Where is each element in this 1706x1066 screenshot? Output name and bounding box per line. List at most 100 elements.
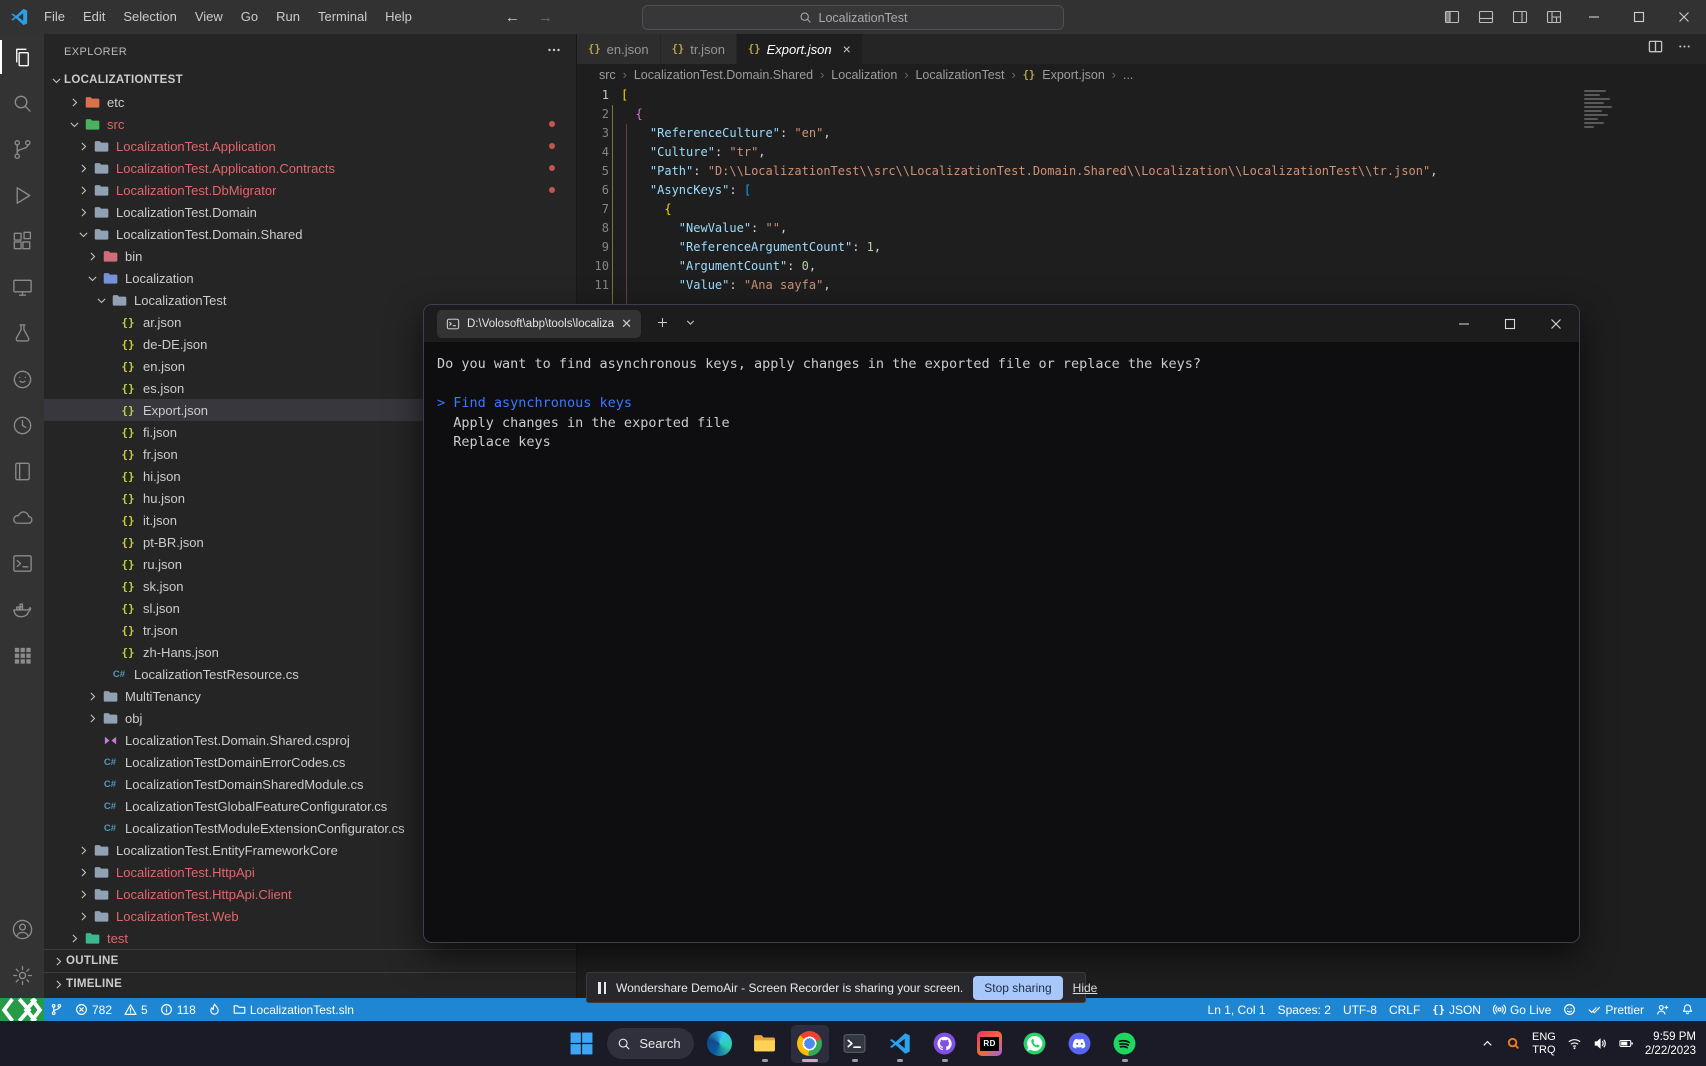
taskbar-rider-icon[interactable]: RD bbox=[971, 1025, 1009, 1063]
toggle-sidebar-icon[interactable] bbox=[1435, 0, 1469, 34]
window-maximize-button[interactable] bbox=[1616, 0, 1661, 34]
status-problems-warnings[interactable]: 5 bbox=[118, 998, 154, 1021]
command-center-search[interactable]: LocalizationTest bbox=[642, 5, 1064, 30]
sidebar-section-outline[interactable]: OUTLINE bbox=[44, 949, 576, 972]
terminal-output[interactable]: Do you want to find asynchronous keys, a… bbox=[424, 342, 1579, 942]
volume-icon[interactable] bbox=[1593, 1036, 1608, 1051]
taskbar-github-desktop-icon[interactable] bbox=[926, 1025, 964, 1063]
menu-edit[interactable]: Edit bbox=[74, 9, 114, 24]
nav-forward-icon[interactable]: → bbox=[538, 9, 553, 26]
taskbar-search[interactable]: Search bbox=[607, 1028, 693, 1059]
activity-settings-icon[interactable] bbox=[0, 952, 44, 998]
activity-remote-explorer-icon[interactable] bbox=[0, 264, 44, 310]
activity-terminal-icon[interactable] bbox=[0, 540, 44, 586]
editor-tab-tr.json[interactable]: {}tr.json bbox=[661, 34, 737, 64]
minimap[interactable] bbox=[1584, 90, 1618, 128]
taskbar-spotify-icon[interactable] bbox=[1106, 1025, 1144, 1063]
tree-item-localizationtest.domain.shared[interactable]: LocalizationTest.Domain.Shared bbox=[44, 223, 576, 245]
tree-item-localizationtest.application.contracts[interactable]: LocalizationTest.Application.Contracts bbox=[44, 157, 576, 179]
status-indentation[interactable]: Spaces: 2 bbox=[1272, 998, 1337, 1021]
toggle-secondary-sidebar-icon[interactable] bbox=[1503, 0, 1537, 34]
menu-go[interactable]: Go bbox=[232, 9, 267, 24]
clock[interactable]: 9:59 PM 2/22/2023 bbox=[1645, 1030, 1696, 1058]
taskbar-start-icon[interactable] bbox=[562, 1025, 600, 1063]
stop-sharing-button[interactable]: Stop sharing bbox=[973, 976, 1062, 1000]
menu-run[interactable]: Run bbox=[267, 9, 309, 24]
tree-item-localizationtest[interactable]: LOCALIZATIONTEST bbox=[44, 69, 576, 91]
tree-item-bin[interactable]: bin bbox=[44, 245, 576, 267]
toggle-panel-icon[interactable] bbox=[1469, 0, 1503, 34]
activity-apps-grid-icon[interactable] bbox=[0, 632, 44, 678]
activity-source-control-icon[interactable] bbox=[0, 126, 44, 172]
activity-docker-icon[interactable] bbox=[0, 586, 44, 632]
nav-back-icon[interactable]: ← bbox=[505, 9, 520, 26]
window-minimize-button[interactable] bbox=[1571, 0, 1616, 34]
activity-explorer-icon[interactable] bbox=[0, 34, 44, 80]
activity-run-debug-icon[interactable] bbox=[0, 172, 44, 218]
status-branch[interactable] bbox=[44, 998, 69, 1021]
menu-selection[interactable]: Selection bbox=[114, 9, 185, 24]
status-feedback[interactable] bbox=[1650, 998, 1675, 1021]
activity-github-icon[interactable] bbox=[0, 356, 44, 402]
status-solution[interactable]: LocalizationTest.sln bbox=[227, 998, 360, 1021]
tree-item-localizationtest.application[interactable]: LocalizationTest.Application bbox=[44, 135, 576, 157]
menu-view[interactable]: View bbox=[186, 9, 232, 24]
breadcrumb-item[interactable]: Export.json bbox=[1042, 68, 1105, 82]
activity-testing-icon[interactable] bbox=[0, 310, 44, 356]
split-editor-icon[interactable] bbox=[1648, 39, 1663, 59]
breadcrumb-item[interactable]: LocalizationTest.Domain.Shared bbox=[634, 68, 813, 82]
breadcrumb-item[interactable]: LocalizationTest bbox=[915, 68, 1004, 82]
activity-extensions-icon[interactable] bbox=[0, 218, 44, 264]
taskbar-edge-icon[interactable] bbox=[701, 1025, 739, 1063]
language-indicator[interactable]: ENG TRQ bbox=[1532, 1031, 1556, 1057]
taskbar-whatsapp-icon[interactable] bbox=[1016, 1025, 1054, 1063]
breadcrumb-item[interactable]: src bbox=[599, 68, 616, 82]
tree-item-localizationtest.domain[interactable]: LocalizationTest.Domain bbox=[44, 201, 576, 223]
tray-app-icon[interactable] bbox=[1506, 1036, 1521, 1051]
editor-tab-export.json[interactable]: {}Export.json× bbox=[737, 34, 863, 64]
taskbar-file-explorer-icon[interactable] bbox=[746, 1025, 784, 1063]
taskbar-windows-terminal-icon[interactable] bbox=[836, 1025, 874, 1063]
battery-icon[interactable] bbox=[1619, 1036, 1634, 1051]
terminal-maximize-button[interactable] bbox=[1487, 305, 1533, 342]
status-problems-errors[interactable]: 782 bbox=[69, 998, 118, 1021]
status-go-live[interactable]: Go Live bbox=[1487, 998, 1557, 1021]
customize-layout-icon[interactable] bbox=[1537, 0, 1571, 34]
editor-tab-en.json[interactable]: {}en.json bbox=[577, 34, 661, 64]
status-prettier[interactable]: Prettier bbox=[1582, 998, 1650, 1021]
taskbar-chrome-icon[interactable] bbox=[791, 1025, 829, 1063]
activity-notebook-icon[interactable] bbox=[0, 448, 44, 494]
tree-item-src[interactable]: src bbox=[44, 113, 576, 135]
menu-terminal[interactable]: Terminal bbox=[309, 9, 376, 24]
status-notifications[interactable] bbox=[1675, 998, 1700, 1021]
tray-chevron-up-icon[interactable] bbox=[1480, 1036, 1495, 1051]
more-actions-icon[interactable] bbox=[1677, 39, 1692, 59]
status-flame[interactable] bbox=[202, 998, 227, 1021]
terminal-new-tab-icon[interactable] bbox=[656, 316, 669, 332]
window-close-button[interactable] bbox=[1661, 0, 1706, 34]
tab-close-icon[interactable]: × bbox=[843, 42, 851, 56]
taskbar-discord-icon[interactable] bbox=[1061, 1025, 1099, 1063]
status-cursor-position[interactable]: Ln 1, Col 1 bbox=[1202, 998, 1272, 1021]
status-encoding[interactable]: UTF-8 bbox=[1337, 998, 1383, 1021]
tree-item-localizationtest.dbmigrator[interactable]: LocalizationTest.DbMigrator bbox=[44, 179, 576, 201]
activity-cloud-icon[interactable] bbox=[0, 494, 44, 540]
taskbar-vscode-icon[interactable] bbox=[881, 1025, 919, 1063]
breadcrumb-item[interactable]: ... bbox=[1123, 68, 1133, 82]
status-language-mode[interactable]: {}JSON bbox=[1426, 998, 1487, 1021]
terminal-tab[interactable]: D:\Volosoft\abp\tools\localiza ✕ bbox=[437, 310, 641, 338]
menu-help[interactable]: Help bbox=[376, 9, 421, 24]
activity-search-icon[interactable] bbox=[0, 80, 44, 126]
tree-item-etc[interactable]: etc bbox=[44, 91, 576, 113]
remote-indicator[interactable] bbox=[0, 998, 44, 1021]
breadcrumb-item[interactable]: Localization bbox=[831, 68, 897, 82]
sidebar-section-timeline[interactable]: TIMELINE bbox=[44, 972, 576, 995]
terminal-tab-close-icon[interactable]: ✕ bbox=[621, 316, 632, 332]
terminal-minimize-button[interactable] bbox=[1441, 305, 1487, 342]
activity-history-icon[interactable] bbox=[0, 402, 44, 448]
activity-account-icon[interactable] bbox=[0, 906, 44, 952]
terminal-close-button[interactable] bbox=[1533, 305, 1579, 342]
status-face[interactable] bbox=[1557, 998, 1582, 1021]
wifi-icon[interactable] bbox=[1567, 1036, 1582, 1051]
status-eol[interactable]: CRLF bbox=[1383, 998, 1426, 1021]
